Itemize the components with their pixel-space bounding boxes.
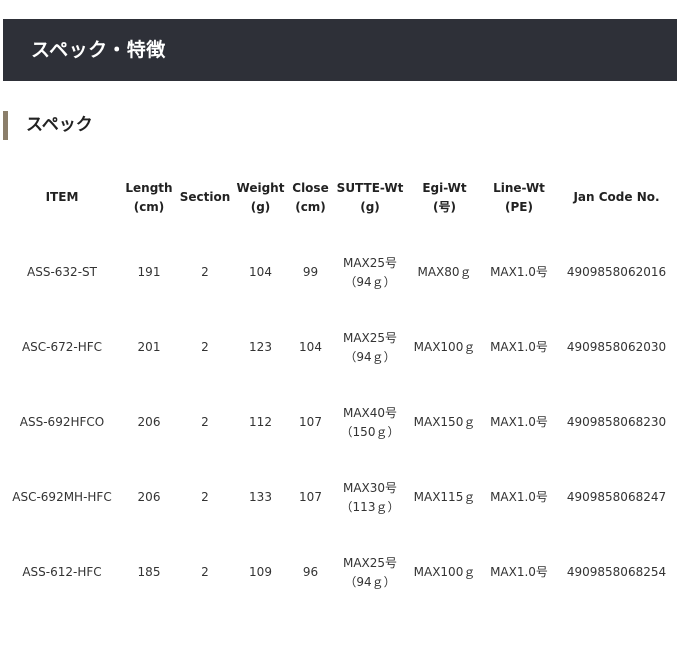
section-marker: [3, 111, 8, 140]
cell-line-wt: MAX1.0号: [490, 265, 548, 279]
cell-item: ASS-692HFCO: [19, 415, 105, 429]
cell-close: 96: [302, 565, 319, 579]
cell-section: 2: [201, 415, 209, 429]
cell-section: 2: [201, 565, 209, 579]
table-row: ASS-632-ST 191 2 104 99 MAX25号 （94ｇ） MAX8…: [3, 235, 677, 310]
page-title: スペック・特徴: [31, 39, 166, 61]
col-header-jan-code: Jan Code No.: [573, 190, 660, 204]
cell-line-wt: MAX1.0号: [490, 340, 548, 354]
cell-weight: 109: [249, 565, 272, 579]
cell-egi-wt: MAX115ｇ: [413, 490, 476, 504]
cell-length: 206: [137, 415, 161, 429]
cell-jan-code: 4909858062030: [566, 340, 667, 354]
cell-egi-wt: MAX150ｇ: [413, 415, 476, 429]
col-header-section: Section: [179, 190, 231, 204]
cell-close: 99: [302, 265, 319, 279]
table-row: ASS-612-HFC 185 2 109 96 MAX25号 （94ｇ） MAX…: [3, 535, 677, 610]
col-header-weight: Weight (g): [236, 180, 285, 214]
cell-item: ASC-672-HFC: [21, 340, 103, 354]
cell-egi-wt: MAX100ｇ: [413, 565, 476, 579]
cell-line-wt: MAX1.0号: [490, 490, 548, 504]
cell-sutte-wt: MAX25号 （94ｇ）: [342, 330, 398, 364]
table-row: ASC-672-HFC 201 2 123 104 MAX25号 （94ｇ） MA…: [3, 310, 677, 385]
cell-close: 104: [299, 340, 322, 354]
cell-close: 107: [299, 415, 322, 429]
cell-item: ASS-632-ST: [27, 265, 97, 279]
cell-sutte-wt: MAX30号 （113ｇ）: [340, 480, 400, 514]
cell-line-wt: MAX1.0号: [490, 415, 548, 429]
cell-length: 206: [137, 490, 161, 504]
section-title: スペック: [26, 115, 93, 135]
col-header-item: ITEM: [45, 190, 79, 204]
cell-weight: 112: [249, 415, 272, 429]
cell-egi-wt: MAX100ｇ: [413, 340, 476, 354]
col-header-length: Length (cm): [125, 180, 173, 214]
table-header-row: ITEM Length (cm) Section Weight (g) Close(…: [3, 160, 677, 235]
table-row: ASC-692MH-HFC 206 2 133 107 MAX30号 （113ｇ）…: [3, 460, 677, 535]
cell-section: 2: [201, 340, 209, 354]
cell-section: 2: [201, 490, 209, 504]
col-header-egi-wt: Egi-Wt (号): [422, 180, 467, 214]
cell-weight: 104: [249, 265, 272, 279]
cell-line-wt: MAX1.0号: [490, 565, 548, 579]
cell-close: 107: [299, 490, 322, 504]
table-row: ASS-692HFCO 206 2 112 107 MAX40号 （150ｇ） M…: [3, 385, 677, 460]
cell-jan-code: 4909858068230: [566, 415, 667, 429]
cell-sutte-wt: MAX40号 （150ｇ）: [340, 405, 400, 439]
cell-weight: 133: [249, 490, 272, 504]
cell-egi-wt: MAX80ｇ: [417, 265, 472, 279]
cell-sutte-wt: MAX25号 （94ｇ）: [342, 555, 398, 589]
cell-jan-code: 4909858068254: [566, 565, 667, 579]
cell-length: 191: [137, 265, 161, 279]
cell-item: ASC-692MH-HFC: [12, 490, 112, 504]
col-header-line-wt: Line-Wt (PE): [493, 180, 545, 214]
cell-sutte-wt: MAX25号 （94ｇ）: [342, 255, 398, 289]
cell-jan-code: 4909858068247: [566, 490, 667, 504]
cell-jan-code: 4909858062016: [566, 265, 667, 279]
col-header-sutte-wt: SUTTE-Wt (g): [336, 180, 404, 214]
spec-table: ITEM Length (cm) Section Weight (g) Close(…: [3, 160, 677, 610]
cell-weight: 123: [249, 340, 272, 354]
cell-item: ASS-612-HFC: [22, 565, 102, 579]
col-header-close: Close (cm): [292, 180, 329, 214]
cell-length: 201: [137, 340, 161, 354]
cell-length: 185: [137, 565, 161, 579]
cell-section: 2: [201, 265, 209, 279]
